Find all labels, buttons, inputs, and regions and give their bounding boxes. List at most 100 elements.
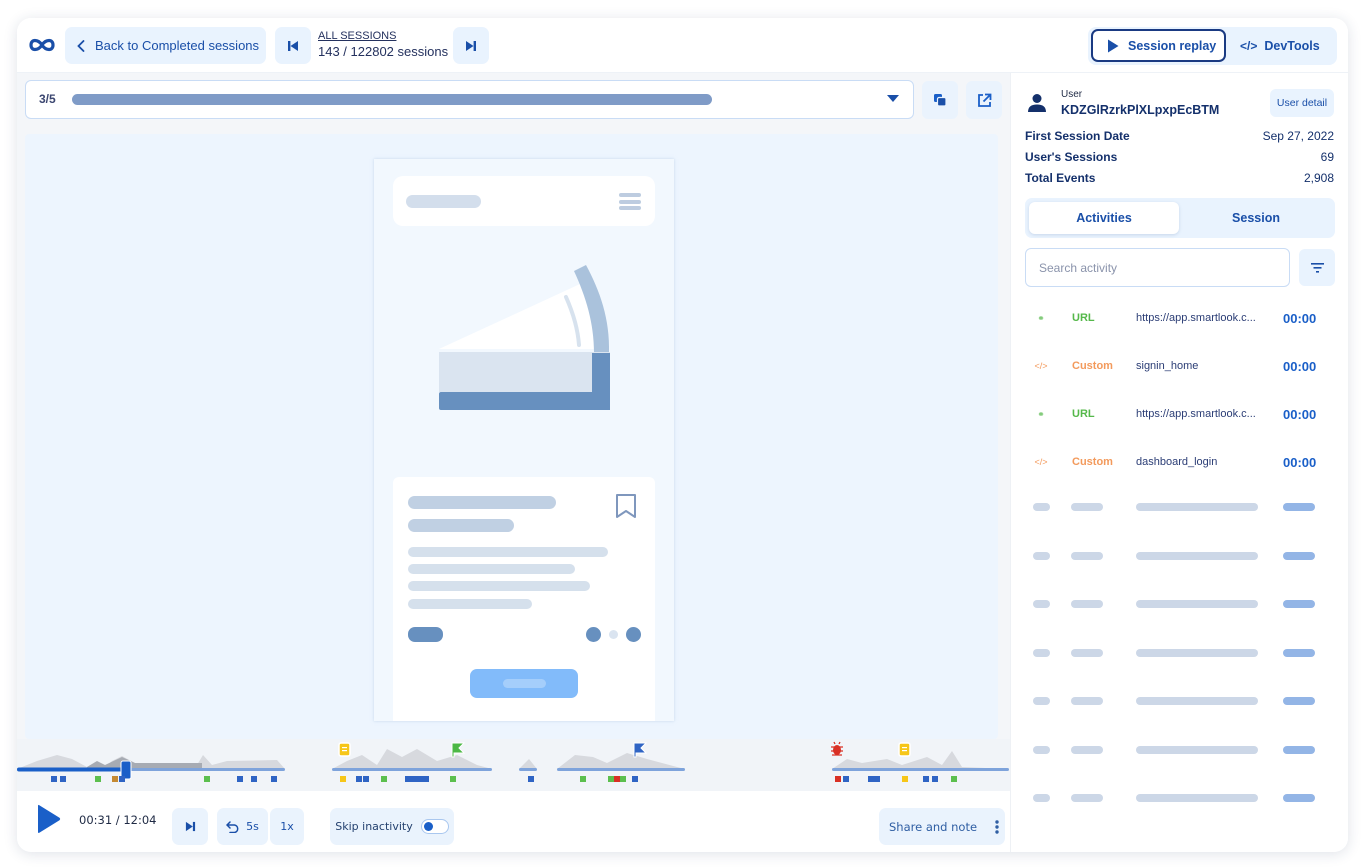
app-window: Back to Completed sessions ALL SESSIONS …	[17, 18, 1348, 852]
timeline-event-navigation	[843, 776, 849, 782]
skeleton-row	[1025, 697, 1335, 705]
card-text-skeleton	[408, 599, 532, 609]
recorded-header	[393, 176, 655, 226]
code-icon: </>	[1240, 38, 1258, 53]
rewind-label: 5s	[246, 820, 259, 833]
back-to-completed-sessions-button[interactable]: Back to Completed sessions	[65, 27, 266, 64]
timeline-event-navigation	[251, 776, 257, 782]
link-icon: ⚭	[1037, 312, 1045, 323]
all-sessions-link[interactable]: ALL SESSIONS	[318, 30, 448, 42]
open-url-button[interactable]	[966, 81, 1002, 119]
timeline-graph[interactable]	[17, 739, 1010, 791]
activity-waveform	[332, 749, 492, 769]
skip-to-next-button[interactable]	[172, 808, 208, 845]
chevron-left-icon	[77, 39, 85, 52]
timeline-event-navigation	[237, 776, 243, 782]
session-replay-tab[interactable]: Session replay	[1091, 29, 1226, 62]
activity-type: URL	[1072, 408, 1095, 420]
skip-previous-icon	[288, 40, 298, 51]
bookmark-icon	[616, 494, 636, 518]
page-indicator: 3/5	[39, 92, 56, 106]
filter-button[interactable]	[1299, 249, 1335, 286]
carousel-dot	[609, 630, 618, 639]
activity-value: dashboard_login	[1136, 456, 1218, 468]
carousel-dot	[586, 627, 601, 642]
skeleton-row	[1025, 551, 1335, 560]
more-vertical-icon[interactable]	[995, 819, 999, 834]
sessions-navigator: ALL SESSIONS 143 / 122802 sessions	[318, 30, 448, 59]
tab-session[interactable]: Session	[1181, 202, 1331, 234]
timeline-event-click	[951, 776, 957, 782]
next-session-button[interactable]	[453, 27, 489, 64]
timeline-event-navigation	[363, 776, 369, 782]
stat-value: 2,908	[1303, 171, 1334, 185]
recorded-screen[interactable]	[374, 159, 674, 721]
previous-session-button[interactable]	[275, 27, 311, 64]
skeleton-row	[1025, 745, 1335, 754]
timeline-event-error	[835, 776, 841, 782]
timeline-event-navigation	[405, 776, 429, 782]
copy-url-button[interactable]	[922, 81, 958, 119]
activity-time[interactable]: 00:00	[1283, 359, 1316, 374]
user-detail-button[interactable]: User detail	[1270, 89, 1334, 117]
devtools-tab[interactable]: </> DevTools	[1240, 29, 1320, 62]
activity-waveform	[832, 751, 1009, 769]
timeline-event-click	[620, 776, 626, 782]
carousel-dot	[626, 627, 641, 642]
tab-activities[interactable]: Activities	[1029, 202, 1179, 234]
session-timeline[interactable]	[17, 739, 1010, 791]
url-placeholder-skeleton	[72, 94, 712, 105]
playback-speed-button[interactable]: 1x	[270, 808, 304, 845]
timeline-event-navigation	[632, 776, 638, 782]
timeline-event-navigation	[356, 776, 362, 782]
card-text-skeleton	[408, 581, 590, 591]
activity-waveform-played	[87, 757, 202, 769]
activity-value: https://app.smartlook.c...	[1136, 312, 1256, 324]
rewind-5s-button[interactable]: 5s	[217, 808, 268, 845]
timeline-event-navigation	[923, 776, 929, 782]
share-label: Share and note	[889, 819, 978, 834]
timeline-segment	[832, 768, 1009, 771]
timeline-event-navigation	[528, 776, 534, 782]
stat-total-events: Total Events 2,908	[1025, 171, 1334, 185]
user-label: User	[1061, 89, 1083, 100]
timeline-event-navigation	[932, 776, 938, 782]
view-mode-switch: Session replay </> DevTools	[1088, 27, 1337, 65]
caret-down-icon[interactable]	[887, 95, 899, 102]
user-id: KDZGlRzrkPlXLpxpEcBTM	[1061, 103, 1220, 117]
player-controls: 00:31 / 12:04 5s 1x Skip inactivity Shar…	[17, 791, 1010, 852]
timeline-segment	[332, 768, 492, 771]
activity-value: signin_home	[1136, 360, 1199, 372]
timeline-event-navigation	[119, 776, 125, 782]
play-button[interactable]	[37, 804, 61, 834]
timeline-event-navigation	[51, 776, 57, 782]
skip-inactivity-toggle[interactable]	[420, 819, 449, 834]
timeline-segment	[557, 768, 685, 771]
note-line	[902, 750, 907, 752]
timeline-segment	[519, 768, 537, 771]
activity-row[interactable]: </> Custom signin_home 00:00	[1025, 342, 1335, 390]
activity-time[interactable]: 00:00	[1283, 311, 1316, 326]
activity-time[interactable]: 00:00	[1283, 455, 1316, 470]
green-flag-marker-icon	[451, 742, 466, 758]
search-activity-input[interactable]	[1025, 248, 1290, 287]
timeline-event-navigation	[60, 776, 66, 782]
timeline-event-navigation	[271, 776, 277, 782]
activity-row[interactable]: </> Custom dashboard_login 00:00	[1025, 438, 1335, 486]
timeline-event-click	[580, 776, 586, 782]
skip-next-icon	[185, 821, 195, 832]
note-marker-icon	[898, 742, 911, 757]
activity-row[interactable]: ⚭ URL https://app.smartlook.c... 00:00	[1025, 294, 1335, 342]
activity-time[interactable]: 00:00	[1283, 407, 1316, 422]
page-url-selector[interactable]: 3/5	[25, 80, 914, 119]
top-bar: Back to Completed sessions ALL SESSIONS …	[17, 18, 1348, 73]
activity-value: https://app.smartlook.c...	[1136, 408, 1256, 420]
note-marker-icon	[338, 742, 351, 757]
share-and-note-button[interactable]: Share and note	[879, 808, 1005, 845]
timeline-event-click	[204, 776, 210, 782]
infinity-logo-icon[interactable]	[27, 35, 57, 55]
stat-label: Total Events	[1025, 171, 1096, 185]
stat-label: User's Sessions	[1025, 150, 1118, 164]
card-cta-button	[470, 669, 578, 698]
activity-row[interactable]: ⚭ URL https://app.smartlook.c... 00:00	[1025, 390, 1335, 438]
